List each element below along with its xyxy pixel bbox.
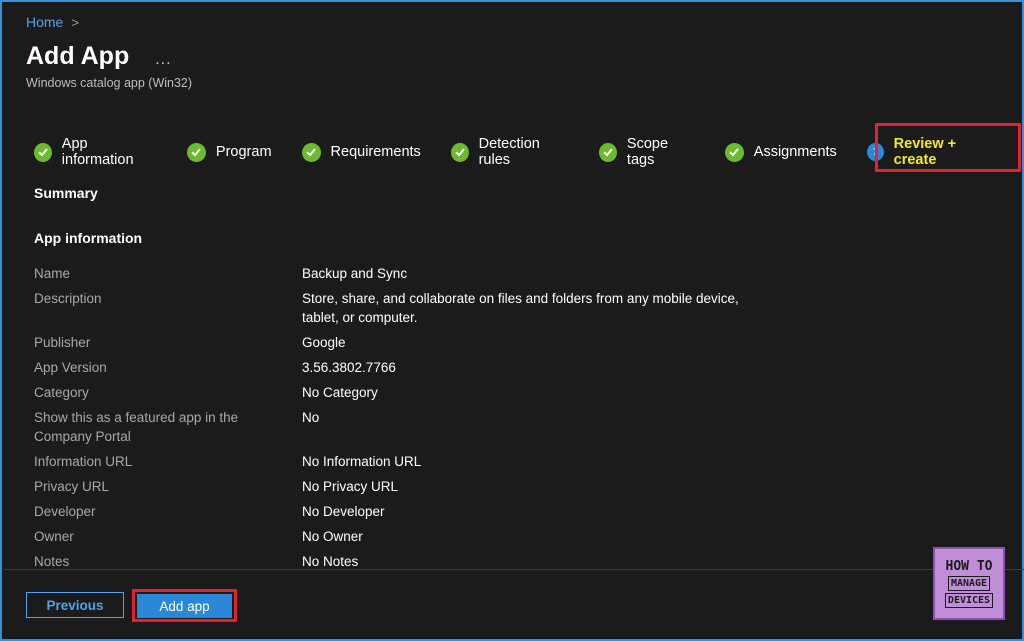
checkmark-icon (34, 142, 52, 162)
detail-key: Notes (34, 554, 70, 569)
logo-line-1: HOW TO (945, 559, 993, 574)
detail-key: Show this as a featured app in the Compa… (34, 408, 302, 446)
step-label: App information (61, 136, 134, 168)
description-line-1: Store, share, and collaborate on files a… (302, 291, 739, 306)
detail-row-featured: Show this as a featured app in the Compa… (34, 408, 934, 446)
detail-value: No Privacy URL (302, 479, 399, 494)
checkmark-icon (450, 142, 469, 162)
detail-key: Information URL (34, 454, 133, 469)
featured-key-line-1: Show this as a featured app in the (34, 410, 239, 425)
step-app-information[interactable]: App information (34, 136, 157, 168)
detail-value: No Category (302, 385, 378, 400)
detail-value: No Owner (302, 529, 363, 544)
detail-row-notes: Notes No Notes (34, 552, 934, 569)
detail-key: Developer (34, 504, 96, 519)
step-requirements[interactable]: Requirements (301, 142, 421, 162)
app-window: Home > Add App ... Windows catalog app (… (0, 0, 1024, 641)
description-line-2: tablet, or computer. (302, 310, 418, 325)
breadcrumb-home-link[interactable]: Home (26, 14, 63, 30)
add-app-button[interactable]: Add app (137, 594, 232, 618)
step-label: Requirements (330, 144, 421, 160)
chevron-right-icon: > (71, 14, 79, 30)
summary-details: Name Backup and Sync Description Store, … (34, 264, 934, 569)
step-assignments[interactable]: Assignments (724, 142, 837, 162)
more-options-button[interactable]: ... (155, 51, 171, 69)
breadcrumb: Home > (26, 14, 79, 30)
previous-button[interactable]: Previous (26, 592, 124, 618)
detail-value: Google (302, 335, 346, 350)
app-information-heading: App information (34, 230, 143, 246)
detail-row-information-url: Information URL No Information URL (34, 452, 934, 471)
detail-row-owner: Owner No Owner (34, 527, 934, 546)
step-label: Scope tags (626, 136, 669, 168)
detail-value: Store, share, and collaborate on files a… (302, 289, 762, 327)
detail-row-publisher: Publisher Google (34, 333, 934, 352)
detail-key: App Version (34, 360, 107, 375)
detail-row-app-version: App Version 3.56.3802.7766 (34, 358, 934, 377)
checkmark-icon (186, 142, 206, 162)
footer-divider (4, 569, 1024, 570)
review-create-highlight (875, 123, 1021, 172)
detail-value: Backup and Sync (302, 266, 408, 281)
detail-key: Privacy URL (34, 479, 110, 494)
scroll-content: Home > Add App ... Windows catalog app (… (2, 2, 1024, 569)
logo-line-2: MANAGE (947, 576, 991, 591)
step-scope-tags[interactable]: Scope tags (599, 136, 695, 168)
step-detection-rules[interactable]: Detection rules (450, 136, 569, 168)
title-row: Add App ... (26, 42, 172, 71)
detail-row-developer: Developer No Developer (34, 502, 934, 521)
detail-value: No Developer (302, 504, 385, 519)
step-label: Assignments (753, 144, 837, 160)
detail-key: Owner (34, 529, 74, 544)
summary-title: Summary (34, 185, 98, 201)
detail-value: No Information URL (302, 454, 422, 469)
page-subtitle: Windows catalog app (Win32) (26, 76, 193, 90)
logo-line-3: DEVICES (944, 593, 994, 608)
detail-value: 3.56.3802.7766 (302, 360, 396, 375)
checkmark-icon (301, 142, 321, 162)
detail-key: Publisher (34, 335, 91, 350)
step-label: Program (215, 144, 272, 160)
checkmark-icon (599, 142, 617, 162)
detail-row-description: Description Store, share, and collaborat… (34, 289, 934, 327)
detail-key: Description (34, 291, 102, 306)
detail-row-category: Category No Category (34, 383, 934, 402)
step-program[interactable]: Program (186, 142, 272, 162)
detail-row-name: Name Backup and Sync (34, 264, 934, 283)
detail-value: No (302, 410, 320, 425)
detail-value: No Notes (302, 554, 359, 569)
featured-key-line-2: Company Portal (34, 429, 131, 444)
page-title: Add App (26, 42, 130, 70)
checkmark-icon (724, 142, 744, 162)
detail-key: Category (34, 385, 89, 400)
detail-row-privacy-url: Privacy URL No Privacy URL (34, 477, 934, 496)
how-to-manage-devices-logo: HOW TO MANAGE DEVICES (933, 547, 1005, 620)
detail-key: Name (34, 266, 71, 281)
step-label: Detection rules (478, 136, 540, 168)
